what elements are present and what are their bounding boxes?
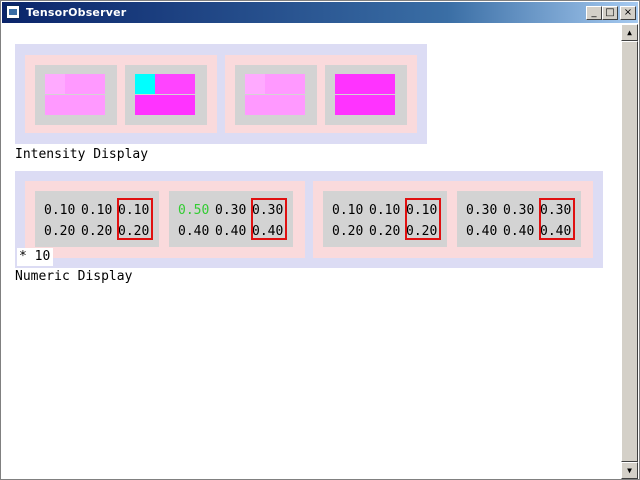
vertical-scrollbar[interactable]: ▲ ▼	[621, 24, 638, 479]
intensity-cell[interactable]	[375, 95, 395, 115]
intensity-cell[interactable]	[85, 95, 105, 115]
intensity-cell[interactable]	[175, 95, 195, 115]
scroll-up-button[interactable]: ▲	[621, 24, 638, 41]
intensity-cell[interactable]	[285, 95, 305, 115]
minimize-button[interactable]: _	[586, 6, 602, 20]
numeric-cell[interactable]: 0.40	[215, 224, 246, 239]
numeric-cell[interactable]: 0.20	[332, 224, 363, 239]
intensity-cell[interactable]	[355, 95, 375, 115]
numeric-cell[interactable]: 0.20	[44, 224, 75, 239]
numeric-cell[interactable]: 0.40	[178, 224, 209, 239]
numeric-cell[interactable]: 0.10	[81, 203, 112, 218]
numeric-cell[interactable]: 0.40	[466, 224, 497, 239]
intensity-cell[interactable]	[335, 74, 355, 94]
numeric-cell[interactable]: 0.10	[44, 203, 75, 218]
window-title: TensorObserver	[26, 6, 127, 19]
numeric-cell[interactable]: 0.20	[81, 224, 112, 239]
intensity-cell[interactable]	[245, 95, 265, 115]
close-button[interactable]: ×	[620, 6, 636, 20]
intensity-cell[interactable]	[375, 74, 395, 94]
intensity-cell[interactable]	[65, 74, 85, 94]
selected-column-box	[117, 198, 153, 240]
intensity-cell[interactable]	[245, 74, 265, 94]
numeric-cell[interactable]: 0.50	[178, 203, 209, 218]
numeric-cell[interactable]: 0.30	[466, 203, 497, 218]
intensity-cell[interactable]	[135, 74, 155, 94]
numeric-cell[interactable]: 0.20	[369, 224, 400, 239]
intensity-cell[interactable]	[135, 95, 155, 115]
selected-column-box	[539, 198, 575, 240]
numeric-cell[interactable]: 0.10	[369, 203, 400, 218]
intensity-display-label: Intensity Display	[15, 147, 149, 162]
scale-factor-label: * 10	[17, 248, 53, 266]
maximize-button[interactable]: □	[602, 6, 618, 20]
intensity-cell[interactable]	[45, 74, 65, 94]
intensity-cell[interactable]	[355, 74, 375, 94]
intensity-cell[interactable]	[85, 74, 105, 94]
intensity-cell[interactable]	[265, 74, 285, 94]
intensity-cell[interactable]	[175, 74, 195, 94]
intensity-cell[interactable]	[45, 95, 65, 115]
app-icon	[6, 5, 20, 19]
numeric-cell[interactable]: 0.30	[215, 203, 246, 218]
numeric-cell[interactable]: 0.40	[503, 224, 534, 239]
intensity-cell[interactable]	[155, 95, 175, 115]
intensity-cell[interactable]	[335, 95, 355, 115]
title-bar[interactable]: TensorObserver _ □ ×	[2, 2, 638, 23]
intensity-cell[interactable]	[265, 95, 285, 115]
intensity-cell[interactable]	[65, 95, 85, 115]
numeric-cell[interactable]: 0.30	[503, 203, 534, 218]
selected-column-box	[405, 198, 441, 240]
numeric-cell[interactable]: 0.10	[332, 203, 363, 218]
scroll-thumb[interactable]	[621, 41, 638, 462]
scroll-down-button[interactable]: ▼	[621, 462, 638, 479]
numeric-display-label: Numeric Display	[15, 269, 133, 284]
selected-column-box	[251, 198, 287, 240]
app-window: TensorObserver _ □ × ▲ ▼ 0.10 0.10 0.10 0.2…	[0, 0, 640, 480]
intensity-cell[interactable]	[285, 74, 305, 94]
intensity-cell[interactable]	[155, 74, 175, 94]
